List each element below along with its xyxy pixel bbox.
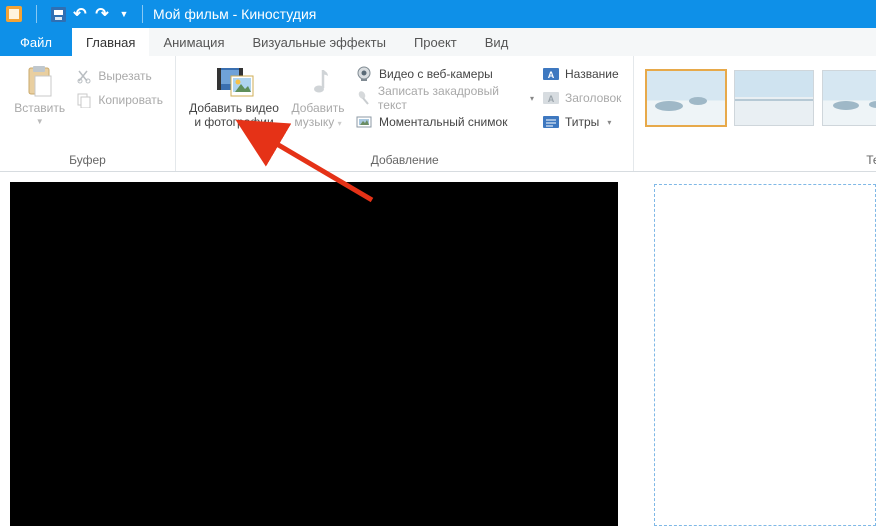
svg-text:A: A — [548, 70, 555, 80]
title-button[interactable]: A Название — [538, 62, 625, 86]
title-icon: A — [542, 65, 560, 83]
paste-label: Вставить — [14, 101, 65, 115]
chevron-down-icon: ▼ — [36, 117, 44, 126]
copy-icon — [75, 91, 93, 109]
svg-text:A: A — [548, 94, 555, 104]
redo-icon[interactable]: ↷ — [92, 4, 112, 24]
undo-icon[interactable]: ↶ — [70, 4, 90, 24]
save-icon[interactable] — [48, 4, 68, 24]
chevron-down-icon: ▾ — [338, 119, 342, 128]
timeline-dropzone[interactable] — [654, 184, 876, 526]
heading-label: Заголовок — [565, 91, 621, 105]
microphone-icon — [356, 89, 373, 107]
heading-button[interactable]: A Заголовок — [538, 86, 625, 110]
tab-home[interactable]: Главная — [72, 28, 149, 56]
qat-dropdown-icon[interactable]: ▼ — [114, 4, 134, 24]
tab-project[interactable]: Проект — [400, 28, 471, 56]
titlebar: ↶ ↷ ▼ Мой фильм - Киностудия — [0, 0, 876, 28]
credits-button[interactable]: Титры — [538, 110, 625, 134]
theme-thumb-3[interactable] — [822, 70, 876, 126]
tab-animation[interactable]: Анимация — [149, 28, 238, 56]
tab-view[interactable]: Вид — [471, 28, 523, 56]
snapshot-button[interactable]: Моментальный снимок — [352, 110, 538, 134]
narration-button[interactable]: Записать закадровый текст — [352, 86, 538, 110]
workspace — [0, 172, 876, 526]
divider — [142, 5, 143, 23]
timeline-pane — [628, 172, 876, 526]
tab-file[interactable]: Файл — [0, 28, 72, 56]
cut-button[interactable]: Вырезать — [71, 64, 167, 88]
ribbon-tabs: Файл Главная Анимация Визуальные эффекты… — [0, 28, 876, 56]
heading-icon: A — [542, 89, 560, 107]
preview-pane — [0, 172, 628, 526]
add-media-label-2: и фотографии — [194, 115, 273, 129]
group-add-label: Добавление — [176, 150, 633, 171]
webcam-button[interactable]: Видео с веб-камеры — [352, 62, 538, 86]
copy-label: Копировать — [98, 93, 163, 107]
video-preview[interactable] — [10, 182, 618, 526]
add-media-label-1: Добавить видео — [189, 101, 279, 115]
add-music-button[interactable]: Добавить музыку ▾ — [284, 60, 352, 150]
cut-label: Вырезать — [98, 69, 151, 83]
add-music-label-2: музыку — [294, 115, 334, 129]
ribbon: Вставить ▼ Вырезать Копировать Буфер — [0, 56, 876, 172]
narration-label: Записать закадровый текст — [378, 84, 522, 112]
group-clipboard-label: Буфер — [0, 150, 175, 171]
window-title: Мой фильм - Киностудия — [149, 6, 316, 22]
cut-icon — [75, 67, 93, 85]
theme-thumb-1[interactable] — [646, 70, 726, 126]
app-icon — [4, 4, 24, 24]
paste-button[interactable]: Вставить ▼ — [8, 60, 71, 150]
add-music-label-1: Добавить — [291, 101, 344, 115]
divider — [26, 4, 46, 24]
music-icon — [301, 64, 335, 98]
webcam-label: Видео с веб-камеры — [379, 67, 493, 81]
group-clipboard: Вставить ▼ Вырезать Копировать Буфер — [0, 56, 176, 171]
paste-icon — [23, 64, 57, 98]
webcam-icon — [356, 65, 374, 83]
theme-thumb-2[interactable] — [734, 70, 814, 126]
title-label: Название — [565, 67, 619, 81]
group-add: Добавить видео и фотографии Добавить муз… — [176, 56, 634, 171]
group-themes: Темы а — [634, 56, 876, 171]
add-media-icon — [217, 64, 251, 98]
credits-icon — [542, 113, 560, 131]
snapshot-label: Моментальный снимок — [379, 115, 507, 129]
credits-label: Титры — [565, 115, 599, 129]
group-themes-label: Темы а — [634, 150, 876, 171]
quick-access-toolbar: ↶ ↷ ▼ — [0, 4, 149, 24]
tab-effects[interactable]: Визуальные эффекты — [238, 28, 399, 56]
snapshot-icon — [356, 113, 374, 131]
add-media-button[interactable]: Добавить видео и фотографии — [184, 60, 284, 150]
copy-button[interactable]: Копировать — [71, 88, 167, 112]
